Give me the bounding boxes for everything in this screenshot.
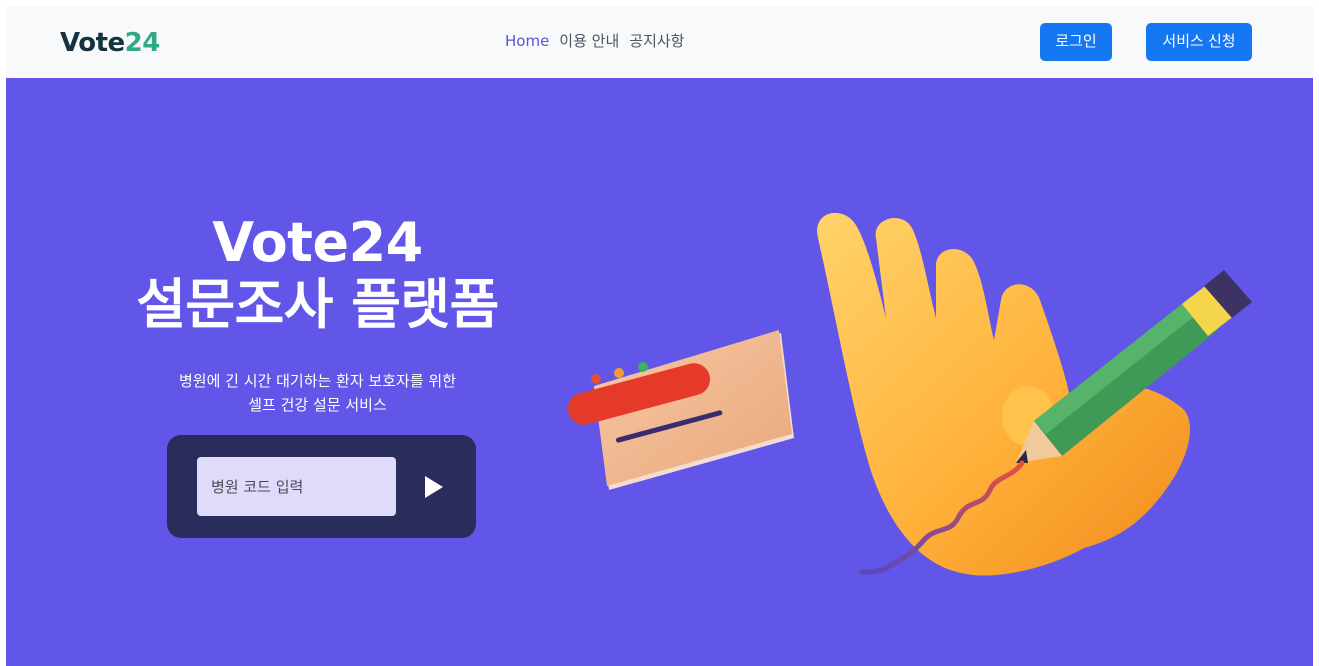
- nav-notice[interactable]: 공지사항: [629, 31, 684, 51]
- service-apply-button[interactable]: 서비스 신청: [1146, 23, 1252, 61]
- hand-pencil-illustration: [567, 212, 1252, 576]
- logo[interactable]: Vote24: [60, 28, 160, 58]
- nav-home[interactable]: Home: [505, 31, 549, 51]
- survey-card-graphic: [567, 330, 794, 490]
- login-button[interactable]: 로그인: [1040, 23, 1112, 61]
- nav-guide[interactable]: 이용 안내: [559, 31, 619, 51]
- logo-number: 24: [124, 28, 161, 58]
- top-navbar: Vote24 Home 이용 안내 공지사항 로그인 서비스 신청: [6, 6, 1313, 78]
- logo-text: Vote: [60, 28, 125, 58]
- nav-links: Home 이용 안내 공지사항: [505, 31, 684, 51]
- hero-section: Vote24 설문조사 플랫폼 병원에 긴 시간 대기하는 환자 보호자를 위한…: [6, 78, 1313, 666]
